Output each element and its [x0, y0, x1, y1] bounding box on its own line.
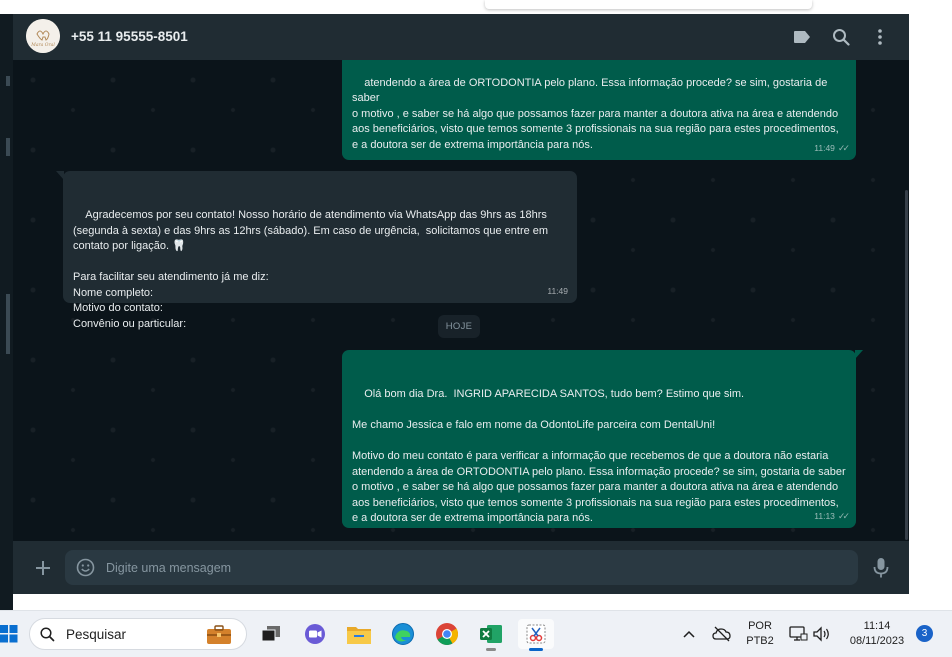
more-options-icon[interactable]	[869, 26, 891, 48]
message-meta: 11:49	[547, 284, 568, 300]
search-icon[interactable]	[830, 26, 852, 48]
read-ticks-icon: ✓✓	[837, 510, 850, 521]
volume-icon[interactable]	[812, 625, 832, 643]
windows-logo-icon	[0, 625, 18, 643]
left-panel-mark	[6, 76, 10, 86]
search-icon	[40, 627, 55, 642]
message-bubble-incoming[interactable]: Agradecemos por seu contato! Nosso horár…	[56, 171, 577, 330]
clock-time: 11:14	[863, 620, 891, 632]
windows-taskbar: Pesquisar POR PTB2 11:14 08/11/2023 3	[0, 610, 952, 657]
left-panel-mark	[6, 138, 10, 156]
avatar-logo-text: Mara Oral	[30, 42, 55, 48]
bubble-tail	[855, 350, 863, 359]
network-icon[interactable]	[788, 625, 808, 643]
search-label: Pesquisar	[66, 627, 127, 642]
message-bubble-outgoing[interactable]: atendendo a área de ORTODONTIA pelo plan…	[342, 60, 856, 182]
left-panel-edge	[0, 14, 13, 610]
clock-date: 08/11/2023	[849, 635, 905, 647]
snipping-tool-icon[interactable]	[518, 619, 554, 651]
left-panel-scrollbar[interactable]	[6, 294, 10, 354]
microphone-icon[interactable]	[871, 556, 891, 580]
message-bubble-outgoing[interactable]: Olá bom dia Dra. INGRID APARECIDA SANTOS…	[342, 350, 863, 528]
message-meta: 11:49 ✓✓	[814, 141, 850, 157]
taskbar-search[interactable]: Pesquisar	[29, 618, 247, 650]
bubble-tail	[56, 171, 64, 180]
message-box	[65, 550, 858, 585]
emoji-icon[interactable]	[76, 558, 95, 577]
active-indicator	[529, 648, 543, 651]
briefcase-icon	[204, 624, 234, 646]
taskbar-clock[interactable]: 11:14 08/11/2023	[842, 619, 912, 649]
contact-avatar[interactable]: Mara Oral	[26, 19, 60, 53]
floating-window-edge	[485, 0, 812, 9]
excel-icon[interactable]	[476, 619, 506, 651]
message-time: 11:49	[547, 285, 568, 296]
message-time: 11:49	[814, 142, 835, 153]
day-separator: HOJE	[438, 315, 480, 338]
chrome-browser-icon[interactable]	[432, 619, 462, 649]
task-view-icon[interactable]	[256, 619, 286, 649]
chat-area[interactable]: atendendo a área de ORTODONTIA pelo plan…	[13, 60, 909, 541]
read-ticks-icon: ✓✓	[837, 142, 850, 153]
language-code: POR	[748, 620, 772, 632]
message-time: 11:13	[814, 510, 835, 521]
plus-icon	[36, 561, 50, 575]
edge-browser-icon[interactable]	[388, 619, 418, 649]
message-input[interactable]	[106, 550, 846, 585]
message-text: Olá bom dia Dra. INGRID APARECIDA SANTOS…	[352, 388, 846, 524]
right-desktop-edge	[909, 14, 952, 610]
message-composer	[13, 541, 909, 594]
label-icon[interactable]	[791, 26, 813, 48]
keyboard-layout: PTB2	[746, 635, 774, 647]
teams-meet-icon[interactable]	[300, 619, 330, 649]
notification-badge[interactable]: 3	[916, 625, 933, 642]
avatar-logo-icon: Mara Oral	[26, 19, 60, 53]
running-indicator	[486, 648, 496, 651]
window-bottom-strip	[13, 594, 909, 610]
message-meta: 11:13 ✓✓	[814, 509, 850, 525]
chevron-up-icon[interactable]	[682, 627, 696, 641]
attach-button[interactable]	[31, 556, 55, 580]
input-language[interactable]: POR PTB2	[740, 619, 780, 649]
onedrive-offline-icon[interactable]	[712, 625, 732, 643]
chat-scrollbar[interactable]	[905, 190, 908, 540]
chat-header: Mara Oral +55 11 95555-8501	[13, 14, 909, 60]
contact-name[interactable]: +55 11 95555-8501	[71, 29, 188, 44]
file-explorer-icon[interactable]	[344, 619, 374, 649]
start-button[interactable]	[0, 623, 18, 645]
